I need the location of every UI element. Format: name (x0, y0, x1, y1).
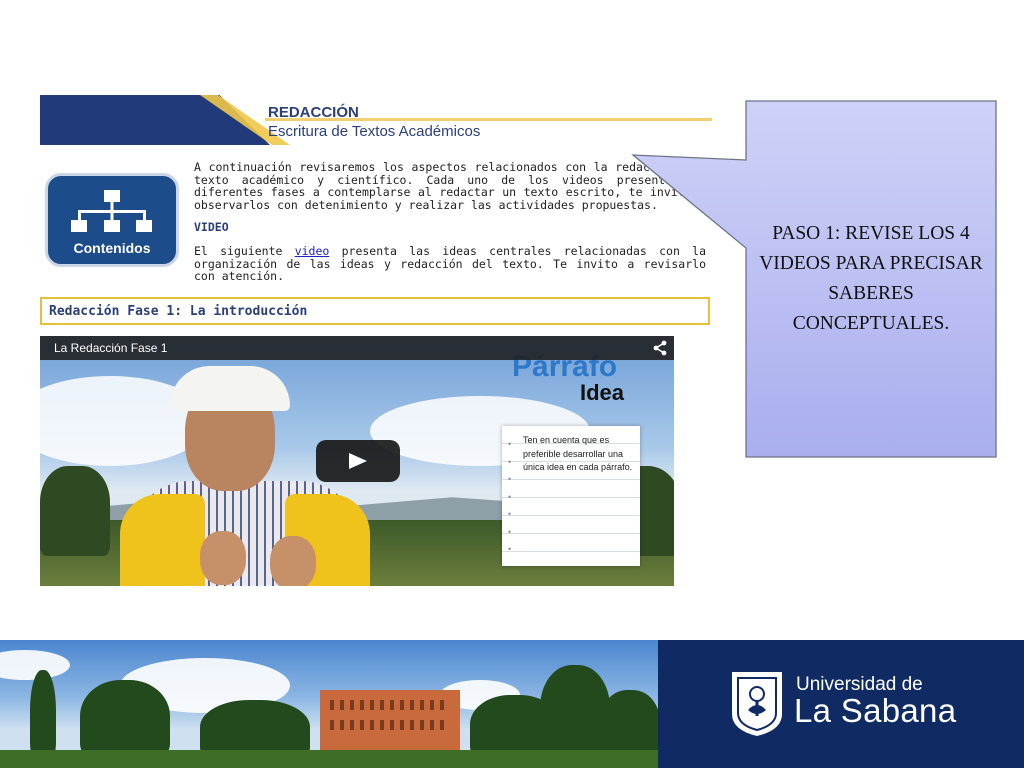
webpage-screenshot: REDACCIÓN Escritura de Textos Académicos… (40, 95, 712, 587)
course-banner: REDACCIÓN Escritura de Textos Académicos (40, 95, 712, 145)
section-title-box: Redacción Fase 1: La introducción (40, 297, 710, 325)
building-windows (330, 720, 450, 730)
notebook-text: Ten en cuenta que es preferible desarrol… (523, 435, 633, 472)
university-name-line2: La Sabana (794, 692, 957, 729)
contents-button[interactable]: Contenidos (45, 173, 179, 267)
video-player[interactable]: Párrafo Idea • • • • • • • Ten en cuenta que e… (40, 336, 674, 586)
presenter-hand (200, 531, 246, 585)
share-icon[interactable] (652, 340, 668, 356)
building-windows (330, 700, 450, 710)
play-icon (349, 453, 367, 469)
campus-photo (0, 640, 658, 768)
presenter-hand (270, 536, 316, 586)
university-brand: Universidad de La Sabana (658, 640, 1024, 768)
banner-title: REDACCIÓN (268, 104, 359, 121)
video-paragraph: El siguiente video presenta las ideas ce… (194, 245, 706, 283)
hard-hat (170, 366, 290, 411)
overlay-subtitle: Idea (580, 380, 625, 405)
sitemap-icon (71, 190, 152, 232)
notebook-bullets: • • • • • • • (508, 439, 512, 554)
player-title-bar: La Redacción Fase 1 (40, 336, 674, 360)
player-title[interactable]: La Redacción Fase 1 (54, 341, 167, 355)
banner-navy-stripe (40, 95, 270, 145)
contents-label: Contenidos (73, 240, 151, 256)
play-button[interactable] (316, 440, 400, 482)
presenter-vest (120, 494, 205, 586)
university-seal-icon (732, 672, 782, 736)
video-heading: VIDEO (194, 220, 229, 234)
callout-text: PASO 1: REVISE LOS 4 VIDEOS PARA PRECISA… (759, 223, 983, 334)
notebook-card: • • • • • • • Ten en cuenta que es preferible … (502, 426, 640, 566)
footer-tree (30, 670, 56, 760)
intro-paragraph: A continuación revisaremos los aspectos … (194, 160, 706, 212)
footer-tree (80, 680, 170, 760)
banner-subtitle: Escritura de Textos Académicos (268, 123, 481, 140)
footer-lawn (0, 750, 658, 768)
